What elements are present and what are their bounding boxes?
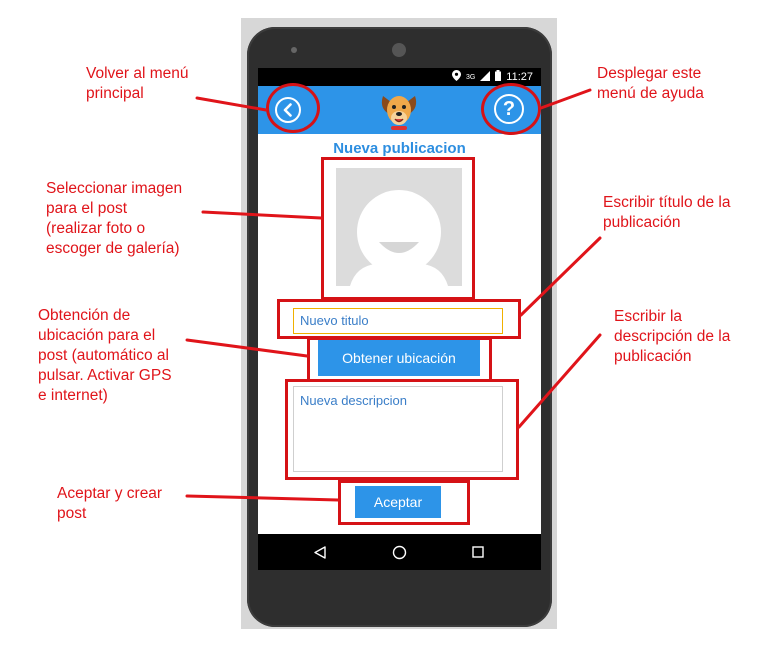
arrow-volver xyxy=(195,96,268,112)
annotation-titulo: Escribir título de la publicación xyxy=(603,194,731,231)
arrow-titulo xyxy=(519,236,602,317)
annotation-volver: Volver al menú principal xyxy=(86,65,189,102)
annotation-imagen: Seleccionar imagen para el post (realiza… xyxy=(46,180,183,257)
annotation-ubicacion: Obtención de ubicación para el post (aut… xyxy=(38,307,172,404)
annotation-aceptar: Aceptar y crear post xyxy=(57,485,163,522)
annotation-descripcion: Escribir la descripción de la publicació… xyxy=(614,308,731,365)
arrow-imagen xyxy=(201,210,323,220)
arrow-descripcion xyxy=(517,333,602,429)
annotation-ayuda: Desplegar este menú de ayuda xyxy=(597,65,704,102)
arrow-ubicacion xyxy=(185,338,309,358)
arrow-aceptar xyxy=(185,494,340,502)
arrow-ayuda xyxy=(539,88,592,110)
